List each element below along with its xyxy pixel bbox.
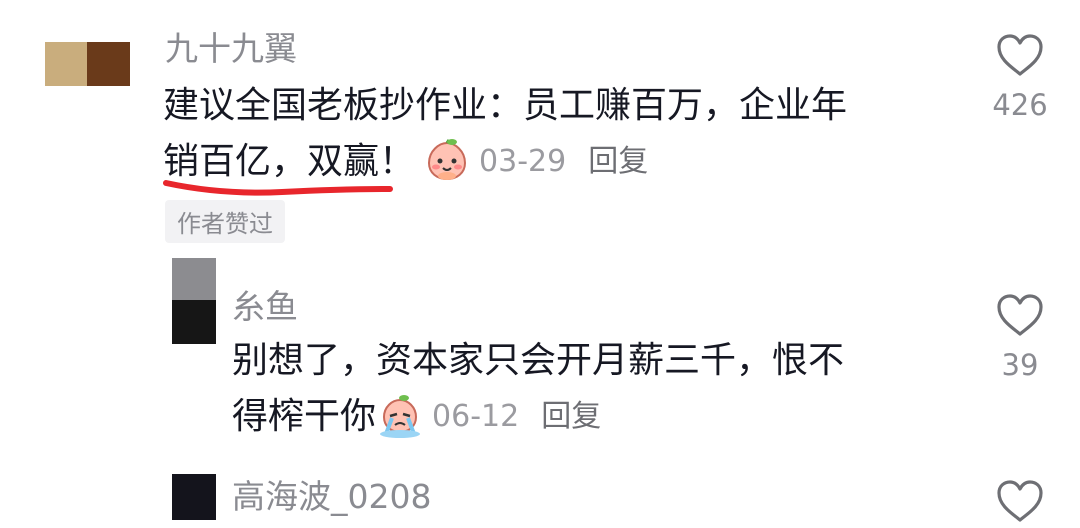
username[interactable]: 糸鱼 [232,280,298,328]
avatar[interactable] [172,258,216,344]
like-button[interactable]: 426 [985,32,1055,122]
blushing-peach-emoji-icon [425,139,469,200]
comment-line: 建议全国老板抄作业：员工赚百万，企业年 [163,85,848,126]
like-button[interactable] [985,478,1055,528]
like-count: 426 [992,88,1048,122]
like-count: 39 [1001,348,1039,382]
comment-date: 03-29 [479,144,567,179]
comment-line: 别想了，资本家只会开月薪三千，恨不 [232,340,845,381]
comment-text: 别想了，资本家只会开月薪三千，恨不 得榨干你 06-12 回复 [232,333,952,455]
comment-line-last: 得榨干你 06-12 回复 [232,389,952,455]
heart-outline-icon[interactable] [995,478,1045,524]
username[interactable]: 九十九翼 [165,22,297,70]
comment-line-text: 得榨干你 [232,396,377,437]
heart-outline-icon[interactable] [995,292,1045,338]
username[interactable]: 高海波_0208 [232,470,431,518]
avatar[interactable] [45,42,130,86]
reply-button[interactable]: 回复 [588,144,648,179]
author-liked-badge: 作者赞过 [165,200,285,243]
reply-button[interactable]: 回复 [541,399,601,434]
crying-peach-emoji-icon [378,394,422,455]
red-underline-annotation [163,180,393,196]
avatar[interactable] [172,474,216,520]
heart-outline-icon[interactable] [995,32,1045,78]
comment-date: 06-12 [432,399,520,434]
like-button[interactable]: 39 [985,292,1055,382]
